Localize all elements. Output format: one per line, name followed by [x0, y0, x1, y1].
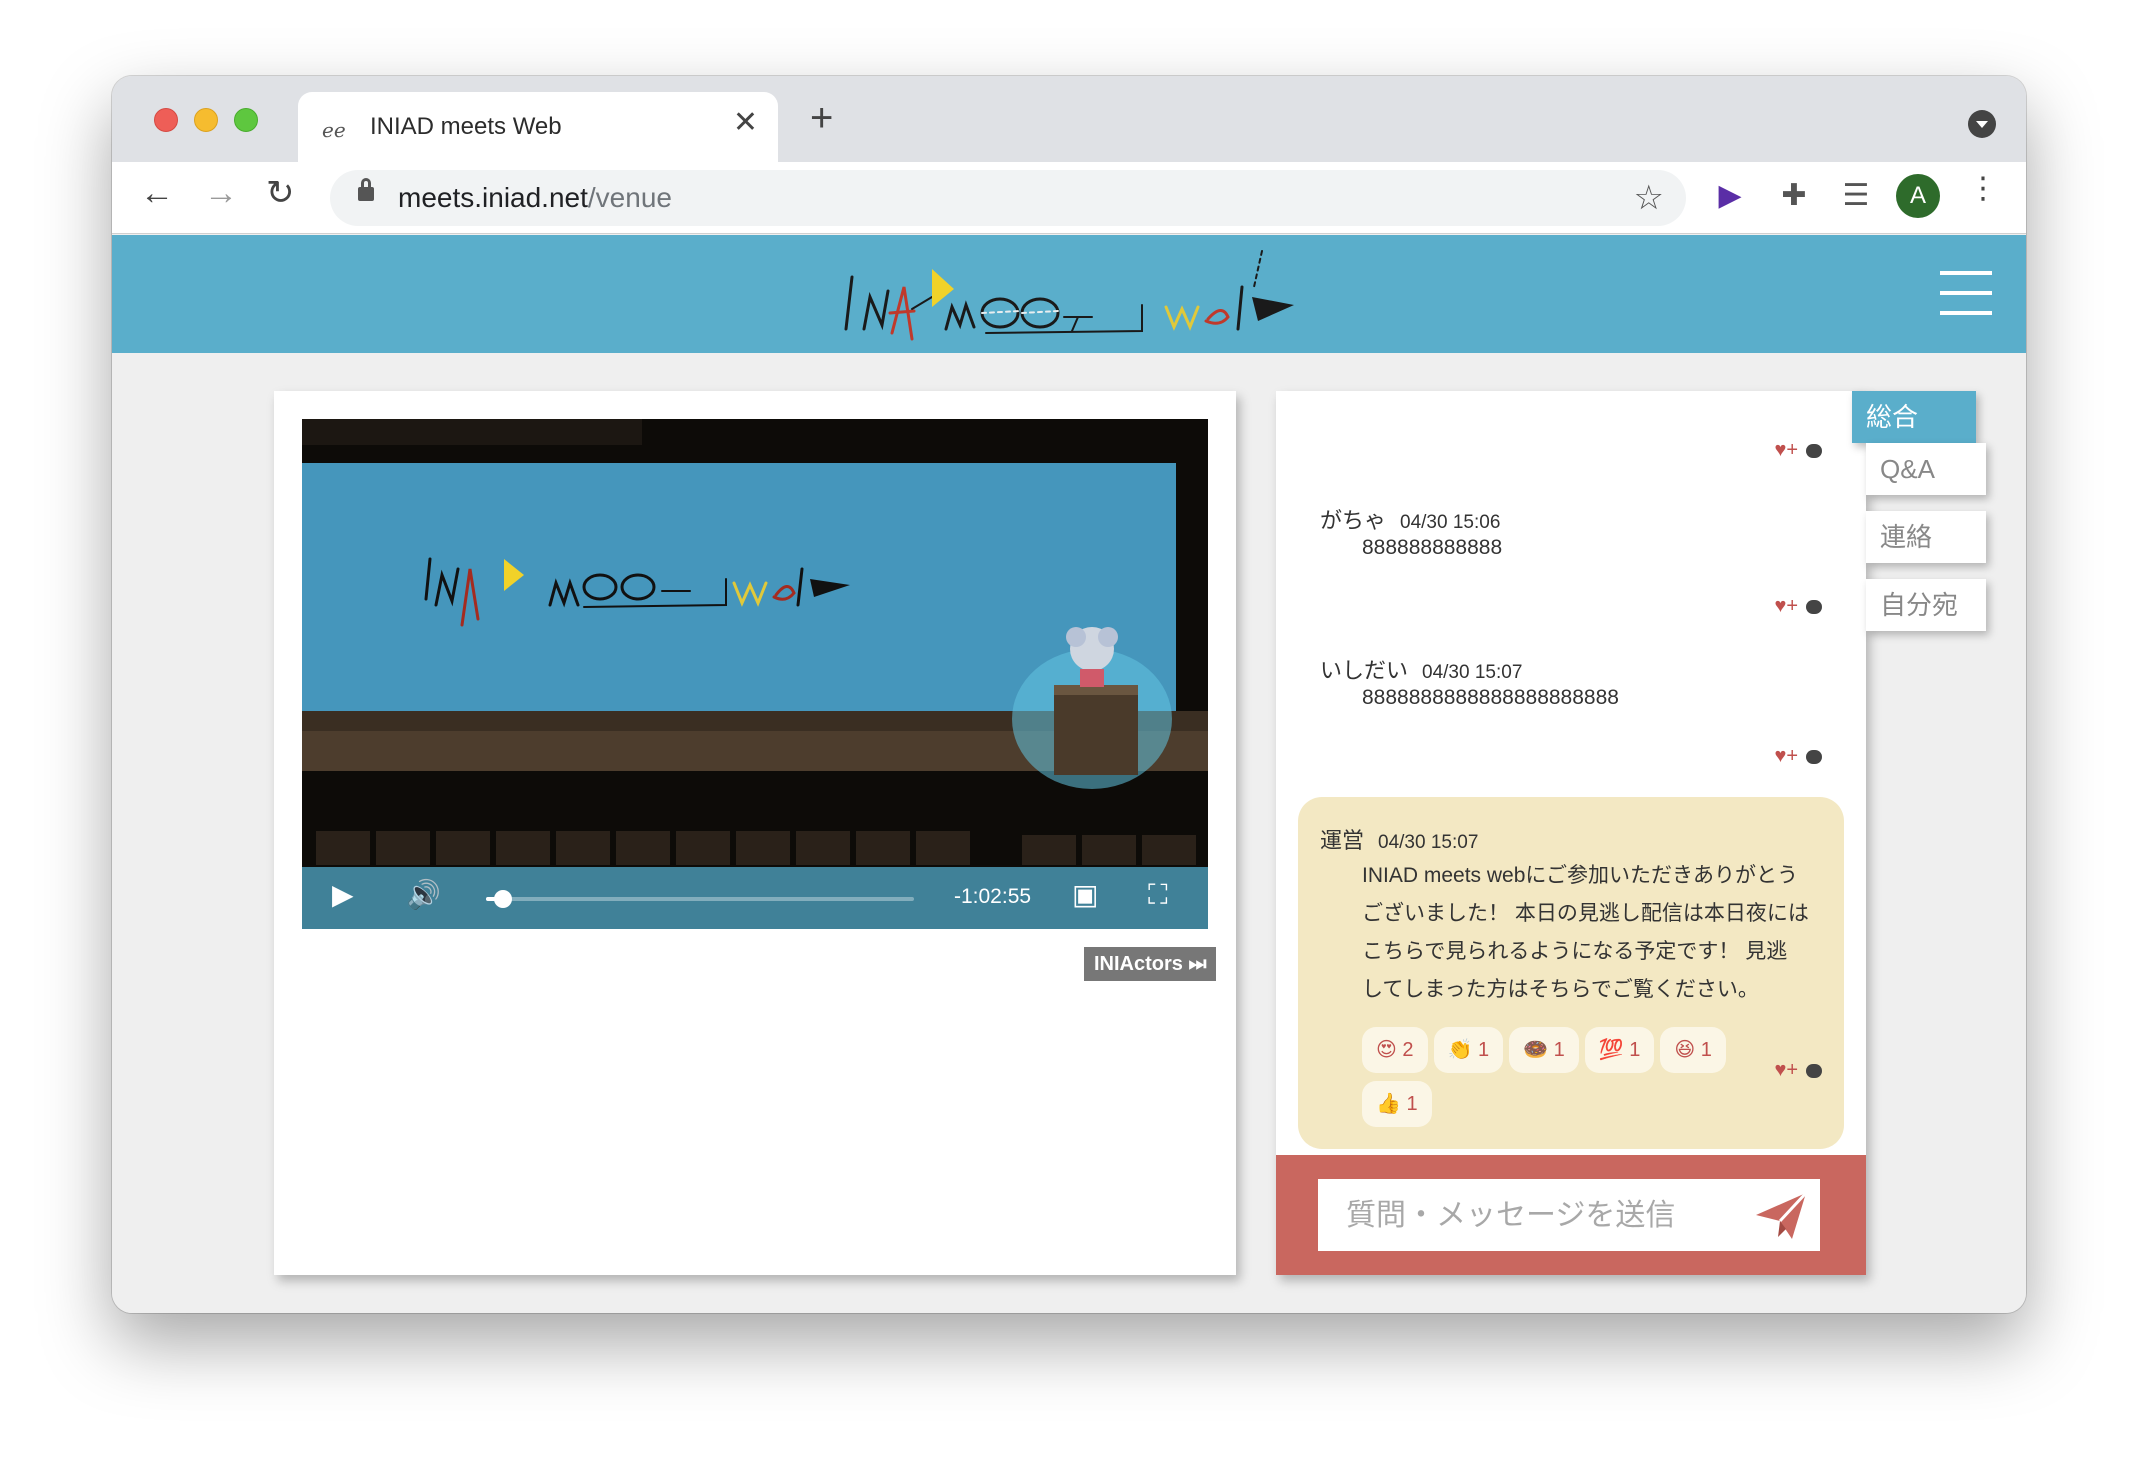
message-composer: [1276, 1155, 1866, 1275]
url-text[interactable]: meets.iniad.net/venue: [398, 182, 672, 214]
browser-tab[interactable]: ee INIAD meets Web ✕: [298, 92, 778, 162]
browser-toolbar: ← → ↻ meets.iniad.net/venue ☆ ▶ ✚ ☰ A ⋮: [112, 162, 2026, 234]
tab-qa[interactable]: Q&A: [1866, 443, 1986, 495]
play-icon[interactable]: ▶: [332, 881, 354, 909]
skip-icon: ⏭: [1188, 953, 1207, 975]
video-panel: ▶ 🔊 -1:02:55 ▣ ⛶ INIActors ⏭: [274, 391, 1236, 1275]
extension-c-icon[interactable]: ▶: [1710, 176, 1750, 216]
tab-search-icon[interactable]: [1968, 110, 1996, 138]
reaction-chip[interactable]: 👏 1: [1433, 1027, 1504, 1073]
chat-panel: ♥+ がちゃ 04/30 15:06 888888888888 ♥+ いしだい 04…: [1276, 391, 1866, 1275]
speech-bubble-icon[interactable]: [1806, 750, 1822, 765]
tab-title: INIAD meets Web: [370, 113, 562, 140]
volume-icon[interactable]: 🔊: [406, 881, 441, 909]
reload-icon[interactable]: ↻: [266, 176, 295, 210]
close-window-button[interactable]: [154, 108, 178, 132]
message-text: 8888888888888888888888: [1362, 686, 1619, 709]
maximize-window-button[interactable]: [234, 108, 258, 132]
heart-plus-icon[interactable]: ♥+: [1774, 595, 1798, 617]
heart-plus-icon[interactable]: ♥+: [1774, 745, 1798, 767]
seek-bar[interactable]: [486, 890, 914, 908]
reaction-chip[interactable]: 😆 1: [1660, 1027, 1726, 1073]
minimize-window-button[interactable]: [194, 108, 218, 132]
tab-to-me[interactable]: 自分宛: [1866, 579, 1986, 631]
seek-handle[interactable]: [494, 890, 513, 908]
message-text: INIAD meets webにご参加いただきありがとう ございました！ 本日の…: [1362, 864, 1809, 1001]
reaction-chip[interactable]: 👍 1: [1362, 1081, 1432, 1127]
title-bar: ee INIAD meets Web ✕ +: [112, 76, 2026, 162]
time-remaining: -1:02:55: [954, 885, 1032, 908]
video-controls: ▶ 🔊 -1:02:55 ▣ ⛶: [302, 867, 1208, 929]
message-time: 04/30 15:07: [1378, 832, 1479, 853]
media-queue-icon[interactable]: ☰: [1836, 176, 1876, 216]
heart-plus-icon[interactable]: ♥+: [1774, 1059, 1798, 1081]
fullscreen-icon[interactable]: ⛶: [1148, 881, 1168, 909]
speech-bubble-icon[interactable]: [1806, 600, 1822, 615]
message-actions[interactable]: ♥+: [1774, 1059, 1822, 1082]
hamburger-menu-icon[interactable]: [1940, 271, 1992, 315]
message-actions[interactable]: ♥+: [1774, 439, 1822, 462]
message-header: 運営 04/30 15:07: [1320, 823, 1478, 855]
message-text: 888888888888: [1362, 536, 1503, 559]
kebab-menu-icon[interactable]: ⋮: [1968, 174, 1998, 204]
forward-arrow-icon[interactable]: →: [204, 176, 238, 210]
message-actions[interactable]: ♥+: [1774, 745, 1822, 768]
lock-icon[interactable]: [358, 178, 374, 201]
picture-in-picture-icon[interactable]: ▣: [1072, 881, 1098, 909]
reaction-chip[interactable]: 🍩 1: [1509, 1027, 1579, 1073]
speech-bubble-icon[interactable]: [1806, 1064, 1822, 1079]
message-author: 運営: [1320, 828, 1365, 853]
reaction-list: 😍 2 👏 1 🍩 1 💯 1 😆 1 👍 1: [1362, 1027, 1762, 1135]
site-logo[interactable]: [842, 247, 1302, 345]
back-arrow-icon[interactable]: ←: [140, 176, 174, 210]
heart-plus-icon[interactable]: ♥+: [1774, 439, 1798, 461]
message-actions[interactable]: ♥+: [1774, 595, 1822, 618]
paper-plane-icon[interactable]: [1754, 1189, 1808, 1243]
address-bar[interactable]: meets.iniad.net/venue ☆: [330, 170, 1686, 226]
profile-avatar[interactable]: A: [1896, 174, 1940, 218]
tab-close-icon[interactable]: ✕: [733, 108, 758, 138]
new-tab-icon[interactable]: +: [810, 98, 833, 138]
iniactors-button[interactable]: INIActors ⏭: [1084, 947, 1217, 981]
stream-frame: [302, 419, 1208, 929]
star-icon[interactable]: ☆: [1634, 178, 1664, 218]
site-header: [112, 235, 2026, 353]
browser-window: ee INIAD meets Web ✕ + ← → ↻ meets.iniad…: [112, 76, 2026, 1313]
site-favicon-icon: ee: [322, 118, 346, 142]
web-page: ▶ 🔊 -1:02:55 ▣ ⛶ INIActors ⏭ ♥+ がちゃ 04/30…: [112, 235, 2026, 1313]
tab-notice[interactable]: 連絡: [1866, 511, 1986, 563]
message-input[interactable]: [1318, 1179, 1820, 1251]
tab-general[interactable]: 総合: [1852, 391, 1976, 443]
reaction-chip[interactable]: 😍 2: [1362, 1027, 1428, 1073]
reaction-chip[interactable]: 💯 1: [1584, 1027, 1655, 1073]
puzzle-icon[interactable]: ✚: [1774, 176, 1814, 216]
staff-message: 運営 04/30 15:07 INIAD meets webにご参加いただきありが…: [1298, 797, 1844, 1149]
speech-bubble-icon[interactable]: [1806, 444, 1822, 459]
video-player[interactable]: ▶ 🔊 -1:02:55 ▣ ⛶: [302, 419, 1208, 929]
